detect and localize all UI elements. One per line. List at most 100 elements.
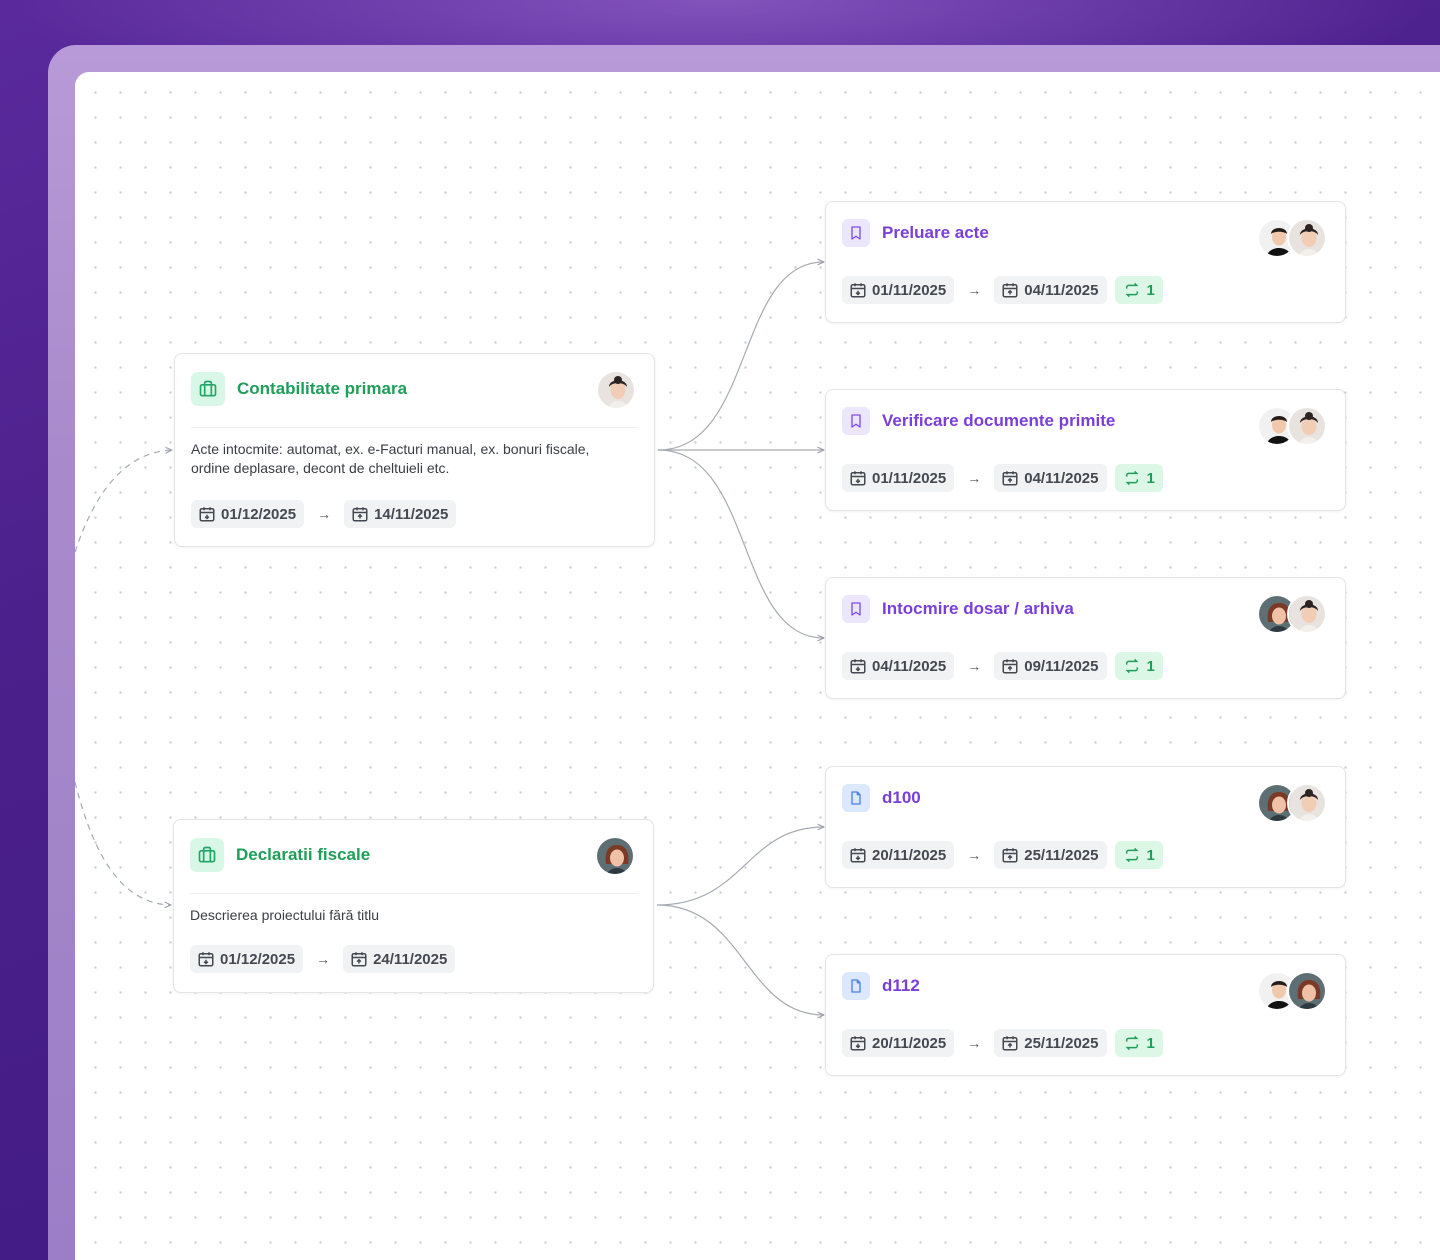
- avatar[interactable]: [595, 836, 635, 876]
- repeat-count: 1: [1146, 657, 1155, 675]
- arrow-icon: →: [316, 951, 331, 967]
- calendar-end-icon: [352, 507, 368, 522]
- end-date-chip[interactable]: 09/11/2025: [994, 652, 1107, 680]
- end-date: 25/11/2025: [1024, 846, 1099, 864]
- avatar[interactable]: [1287, 783, 1327, 823]
- bookmark-icon: [842, 219, 870, 247]
- arrow-icon: →: [967, 847, 982, 863]
- calendar-start-icon: [198, 952, 214, 967]
- avatar[interactable]: [1287, 594, 1327, 634]
- repeat-count: 1: [1146, 846, 1155, 864]
- end-date-chip[interactable]: 04/11/2025: [994, 464, 1107, 492]
- task-card-preluare-acte[interactable]: Preluare acte 01/11/2025 → 04/11/2025 1: [825, 201, 1346, 323]
- edge-p1-t1: [657, 262, 824, 451]
- bookmark-icon: [842, 595, 870, 623]
- repeat-badge[interactable]: 1: [1114, 652, 1163, 680]
- briefcase-icon: [191, 372, 225, 406]
- document-icon: [842, 784, 870, 812]
- start-date-chip[interactable]: 20/11/2025: [842, 1029, 955, 1057]
- end-date-chip[interactable]: 25/11/2025: [994, 841, 1107, 869]
- task-title[interactable]: Verificare documente primite: [882, 411, 1115, 431]
- arrow-icon: →: [317, 506, 332, 522]
- calendar-end-icon: [1002, 1036, 1018, 1051]
- task-card-intocmire-dosar[interactable]: Intocmire dosar / arhiva 04/11/2025 → 09…: [825, 577, 1346, 699]
- calendar-start-icon: [850, 1036, 866, 1051]
- end-date-chip[interactable]: 14/11/2025: [344, 500, 457, 528]
- dashed-edge-in-2: [75, 781, 171, 905]
- repeat-badge[interactable]: 1: [1114, 1029, 1163, 1057]
- repeat-count: 1: [1146, 1034, 1155, 1052]
- calendar-start-icon: [850, 283, 866, 298]
- task-card-verificare-documente[interactable]: Verificare documente primite 01/11/2025 …: [825, 389, 1346, 511]
- calendar-end-icon: [1002, 471, 1018, 486]
- start-date: 20/11/2025: [872, 846, 947, 864]
- end-date-chip[interactable]: 04/11/2025: [994, 276, 1107, 304]
- calendar-start-icon: [850, 848, 866, 863]
- dashed-edge-in-1: [75, 450, 172, 553]
- flow-canvas[interactable]: Contabilitate primara Acte intocmite: au…: [75, 72, 1440, 1260]
- calendar-end-icon: [1002, 283, 1018, 298]
- bookmark-icon: [842, 407, 870, 435]
- arrow-icon: →: [967, 282, 982, 298]
- repeat-badge[interactable]: 1: [1114, 841, 1163, 869]
- start-date: 01/11/2025: [872, 281, 947, 299]
- start-date-chip[interactable]: 01/12/2025: [190, 945, 304, 973]
- start-date-chip[interactable]: 01/11/2025: [842, 464, 955, 492]
- repeat-icon: [1125, 1035, 1138, 1051]
- briefcase-icon: [190, 838, 224, 872]
- calendar-start-icon: [850, 471, 866, 486]
- start-date-chip[interactable]: 01/11/2025: [842, 276, 955, 304]
- task-title[interactable]: Intocmire dosar / arhiva: [882, 599, 1074, 619]
- repeat-icon: [1125, 470, 1138, 486]
- avatar[interactable]: [1287, 218, 1327, 258]
- calendar-start-icon: [199, 507, 215, 522]
- repeat-icon: [1125, 847, 1138, 863]
- task-card-d100[interactable]: d100 20/11/2025 → 25/11/2025 1: [825, 766, 1346, 888]
- edge-p2-t5: [656, 904, 824, 1015]
- avatar[interactable]: [596, 370, 636, 410]
- start-date: 01/12/2025: [220, 950, 296, 968]
- end-date: 04/11/2025: [1024, 281, 1099, 299]
- start-date: 20/11/2025: [872, 1034, 947, 1052]
- start-date: 01/11/2025: [872, 469, 947, 487]
- arrow-icon: →: [967, 470, 982, 486]
- document-icon: [842, 972, 870, 1000]
- project-card-declaratii[interactable]: Declaratii fiscale Descrierea proiectulu…: [173, 819, 654, 993]
- start-date: 01/12/2025: [221, 505, 297, 523]
- start-date-chip[interactable]: 20/11/2025: [842, 841, 955, 869]
- end-date: 04/11/2025: [1024, 469, 1099, 487]
- project-description: Descrierea proiectului fără titlu: [190, 907, 380, 923]
- calendar-end-icon: [1002, 659, 1018, 674]
- end-date-chip[interactable]: 25/11/2025: [994, 1029, 1107, 1057]
- project-card-contabilitate[interactable]: Contabilitate primara Acte intocmite: au…: [174, 353, 655, 547]
- task-title[interactable]: d100: [882, 788, 921, 808]
- start-date: 04/11/2025: [872, 657, 947, 675]
- repeat-icon: [1125, 658, 1138, 674]
- start-date-chip[interactable]: 04/11/2025: [842, 652, 955, 680]
- start-date-chip[interactable]: 01/12/2025: [191, 500, 305, 528]
- end-date-chip[interactable]: 24/11/2025: [343, 945, 456, 973]
- arrow-icon: →: [967, 1035, 982, 1051]
- calendar-start-icon: [850, 659, 866, 674]
- calendar-end-icon: [1002, 848, 1018, 863]
- project-description: Acte intocmite: automat, ex. e-Facturi m…: [191, 441, 590, 476]
- repeat-badge[interactable]: 1: [1114, 464, 1163, 492]
- arrow-icon: →: [967, 658, 982, 674]
- task-title[interactable]: d112: [882, 976, 920, 996]
- edge-p1-t3: [657, 449, 824, 638]
- project-title[interactable]: Contabilitate primara: [237, 379, 407, 399]
- end-date: 25/11/2025: [1024, 1034, 1099, 1052]
- end-date: 14/11/2025: [374, 505, 449, 523]
- repeat-count: 1: [1146, 469, 1155, 487]
- repeat-badge[interactable]: 1: [1114, 276, 1163, 304]
- avatar[interactable]: [1287, 406, 1327, 446]
- task-card-d112[interactable]: d112 20/11/2025 → 25/11/2025 1: [825, 954, 1346, 1076]
- end-date: 24/11/2025: [373, 950, 448, 968]
- avatar[interactable]: [1287, 971, 1327, 1011]
- edge-p2-t4: [656, 827, 824, 906]
- calendar-end-icon: [351, 952, 367, 967]
- end-date: 09/11/2025: [1024, 657, 1099, 675]
- repeat-icon: [1125, 282, 1138, 298]
- task-title[interactable]: Preluare acte: [882, 223, 989, 243]
- project-title[interactable]: Declaratii fiscale: [236, 845, 370, 865]
